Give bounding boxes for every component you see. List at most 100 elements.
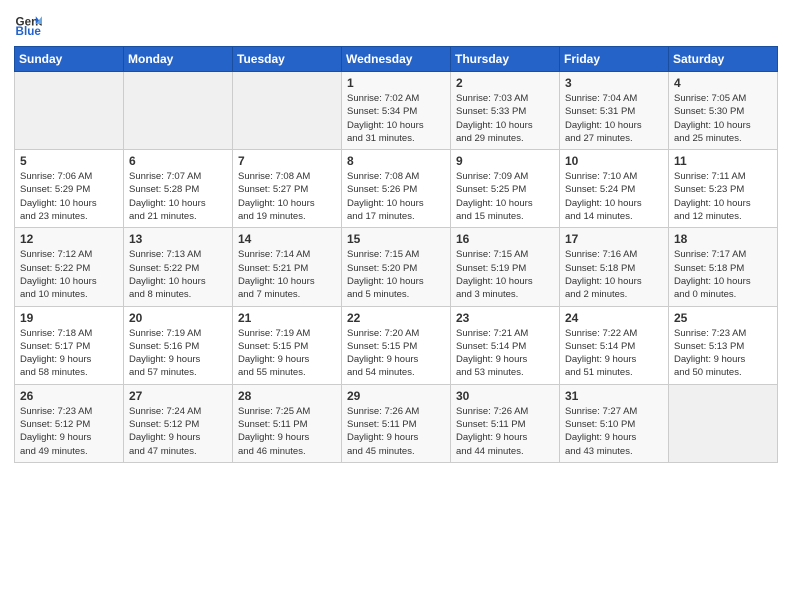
calendar-cell: 5 Sunrise: 7:06 AM Sunset: 5:29 PM Daylig… <box>15 150 124 228</box>
day-number: 3 <box>565 76 663 90</box>
day-number: 9 <box>456 154 554 168</box>
calendar-week-4: 19 Sunrise: 7:18 AM Sunset: 5:17 PM Dayli… <box>15 306 778 384</box>
svg-text:Blue: Blue <box>16 25 42 38</box>
day-number: 7 <box>238 154 336 168</box>
calendar-cell: 2 Sunrise: 7:03 AM Sunset: 5:33 PM Daylig… <box>451 72 560 150</box>
day-number: 30 <box>456 389 554 403</box>
calendar-cell <box>669 384 778 462</box>
logo: General Blue <box>14 10 46 38</box>
day-number: 19 <box>20 311 118 325</box>
day-header-monday: Monday <box>124 47 233 72</box>
day-info: Sunrise: 7:14 AM Sunset: 5:21 PM Dayligh… <box>238 248 336 301</box>
day-header-tuesday: Tuesday <box>233 47 342 72</box>
calendar-cell: 10 Sunrise: 7:10 AM Sunset: 5:24 PM Dayli… <box>560 150 669 228</box>
page: General Blue SundayMondayTuesdayWednesda… <box>0 0 792 477</box>
day-info: Sunrise: 7:03 AM Sunset: 5:33 PM Dayligh… <box>456 92 554 145</box>
day-number: 14 <box>238 232 336 246</box>
calendar-cell: 31Sunrise: 7:27 AM Sunset: 5:10 PM Dayli… <box>560 384 669 462</box>
calendar-cell <box>124 72 233 150</box>
calendar-cell: 7 Sunrise: 7:08 AM Sunset: 5:27 PM Daylig… <box>233 150 342 228</box>
calendar-cell: 1 Sunrise: 7:02 AM Sunset: 5:34 PM Daylig… <box>342 72 451 150</box>
day-info: Sunrise: 7:07 AM Sunset: 5:28 PM Dayligh… <box>129 170 227 223</box>
day-number: 20 <box>129 311 227 325</box>
calendar-cell: 21Sunrise: 7:19 AM Sunset: 5:15 PM Dayli… <box>233 306 342 384</box>
calendar-cell: 25 Sunrise: 7:23 AM Sunset: 5:13 PM Dayli… <box>669 306 778 384</box>
day-info: Sunrise: 7:23 AM Sunset: 5:13 PM Dayligh… <box>674 327 772 380</box>
day-info: Sunrise: 7:20 AM Sunset: 5:15 PM Dayligh… <box>347 327 445 380</box>
day-number: 12 <box>20 232 118 246</box>
day-number: 23 <box>456 311 554 325</box>
calendar-cell: 9Sunrise: 7:09 AM Sunset: 5:25 PM Daylig… <box>451 150 560 228</box>
calendar-cell: 8 Sunrise: 7:08 AM Sunset: 5:26 PM Daylig… <box>342 150 451 228</box>
day-number: 28 <box>238 389 336 403</box>
calendar-cell: 4Sunrise: 7:05 AM Sunset: 5:30 PM Daylig… <box>669 72 778 150</box>
calendar-cell: 17 Sunrise: 7:16 AM Sunset: 5:18 PM Dayli… <box>560 228 669 306</box>
calendar-cell: 26 Sunrise: 7:23 AM Sunset: 5:12 PM Dayli… <box>15 384 124 462</box>
day-info: Sunrise: 7:26 AM Sunset: 5:11 PM Dayligh… <box>456 405 554 458</box>
day-info: Sunrise: 7:08 AM Sunset: 5:27 PM Dayligh… <box>238 170 336 223</box>
calendar-cell: 6 Sunrise: 7:07 AM Sunset: 5:28 PM Daylig… <box>124 150 233 228</box>
day-number: 13 <box>129 232 227 246</box>
day-info: Sunrise: 7:06 AM Sunset: 5:29 PM Dayligh… <box>20 170 118 223</box>
calendar-cell: 30 Sunrise: 7:26 AM Sunset: 5:11 PM Dayli… <box>451 384 560 462</box>
logo-icon: General Blue <box>14 10 42 38</box>
calendar-cell: 24 Sunrise: 7:22 AM Sunset: 5:14 PM Dayli… <box>560 306 669 384</box>
day-header-saturday: Saturday <box>669 47 778 72</box>
day-header-friday: Friday <box>560 47 669 72</box>
calendar: SundayMondayTuesdayWednesdayThursdayFrid… <box>14 46 778 463</box>
calendar-cell: 27Sunrise: 7:24 AM Sunset: 5:12 PM Dayli… <box>124 384 233 462</box>
day-number: 15 <box>347 232 445 246</box>
day-info: Sunrise: 7:13 AM Sunset: 5:22 PM Dayligh… <box>129 248 227 301</box>
day-number: 1 <box>347 76 445 90</box>
calendar-cell: 16Sunrise: 7:15 AM Sunset: 5:19 PM Dayli… <box>451 228 560 306</box>
calendar-header-row: SundayMondayTuesdayWednesdayThursdayFrid… <box>15 47 778 72</box>
day-header-sunday: Sunday <box>15 47 124 72</box>
day-number: 18 <box>674 232 772 246</box>
day-info: Sunrise: 7:16 AM Sunset: 5:18 PM Dayligh… <box>565 248 663 301</box>
calendar-cell: 19 Sunrise: 7:18 AM Sunset: 5:17 PM Dayli… <box>15 306 124 384</box>
day-number: 22 <box>347 311 445 325</box>
day-info: Sunrise: 7:15 AM Sunset: 5:20 PM Dayligh… <box>347 248 445 301</box>
day-number: 8 <box>347 154 445 168</box>
day-number: 26 <box>20 389 118 403</box>
day-number: 24 <box>565 311 663 325</box>
calendar-cell: 28 Sunrise: 7:25 AM Sunset: 5:11 PM Dayli… <box>233 384 342 462</box>
day-number: 5 <box>20 154 118 168</box>
calendar-cell: 29Sunrise: 7:26 AM Sunset: 5:11 PM Dayli… <box>342 384 451 462</box>
day-info: Sunrise: 7:25 AM Sunset: 5:11 PM Dayligh… <box>238 405 336 458</box>
calendar-week-5: 26 Sunrise: 7:23 AM Sunset: 5:12 PM Dayli… <box>15 384 778 462</box>
day-info: Sunrise: 7:27 AM Sunset: 5:10 PM Dayligh… <box>565 405 663 458</box>
day-number: 2 <box>456 76 554 90</box>
day-number: 21 <box>238 311 336 325</box>
day-number: 10 <box>565 154 663 168</box>
day-info: Sunrise: 7:02 AM Sunset: 5:34 PM Dayligh… <box>347 92 445 145</box>
calendar-cell: 12 Sunrise: 7:12 AM Sunset: 5:22 PM Dayli… <box>15 228 124 306</box>
day-info: Sunrise: 7:10 AM Sunset: 5:24 PM Dayligh… <box>565 170 663 223</box>
day-number: 6 <box>129 154 227 168</box>
day-number: 29 <box>347 389 445 403</box>
calendar-cell: 23Sunrise: 7:21 AM Sunset: 5:14 PM Dayli… <box>451 306 560 384</box>
calendar-cell: 3Sunrise: 7:04 AM Sunset: 5:31 PM Daylig… <box>560 72 669 150</box>
day-info: Sunrise: 7:22 AM Sunset: 5:14 PM Dayligh… <box>565 327 663 380</box>
day-number: 25 <box>674 311 772 325</box>
calendar-cell: 18Sunrise: 7:17 AM Sunset: 5:18 PM Dayli… <box>669 228 778 306</box>
calendar-week-1: 1 Sunrise: 7:02 AM Sunset: 5:34 PM Daylig… <box>15 72 778 150</box>
calendar-cell <box>233 72 342 150</box>
calendar-cell: 15 Sunrise: 7:15 AM Sunset: 5:20 PM Dayli… <box>342 228 451 306</box>
day-info: Sunrise: 7:18 AM Sunset: 5:17 PM Dayligh… <box>20 327 118 380</box>
day-info: Sunrise: 7:08 AM Sunset: 5:26 PM Dayligh… <box>347 170 445 223</box>
day-info: Sunrise: 7:23 AM Sunset: 5:12 PM Dayligh… <box>20 405 118 458</box>
calendar-cell <box>15 72 124 150</box>
day-number: 17 <box>565 232 663 246</box>
calendar-cell: 11Sunrise: 7:11 AM Sunset: 5:23 PM Dayli… <box>669 150 778 228</box>
header: General Blue <box>14 10 778 38</box>
day-info: Sunrise: 7:24 AM Sunset: 5:12 PM Dayligh… <box>129 405 227 458</box>
day-info: Sunrise: 7:11 AM Sunset: 5:23 PM Dayligh… <box>674 170 772 223</box>
day-info: Sunrise: 7:15 AM Sunset: 5:19 PM Dayligh… <box>456 248 554 301</box>
day-info: Sunrise: 7:12 AM Sunset: 5:22 PM Dayligh… <box>20 248 118 301</box>
day-header-thursday: Thursday <box>451 47 560 72</box>
calendar-cell: 20Sunrise: 7:19 AM Sunset: 5:16 PM Dayli… <box>124 306 233 384</box>
day-header-wednesday: Wednesday <box>342 47 451 72</box>
calendar-cell: 13 Sunrise: 7:13 AM Sunset: 5:22 PM Dayli… <box>124 228 233 306</box>
day-info: Sunrise: 7:05 AM Sunset: 5:30 PM Dayligh… <box>674 92 772 145</box>
